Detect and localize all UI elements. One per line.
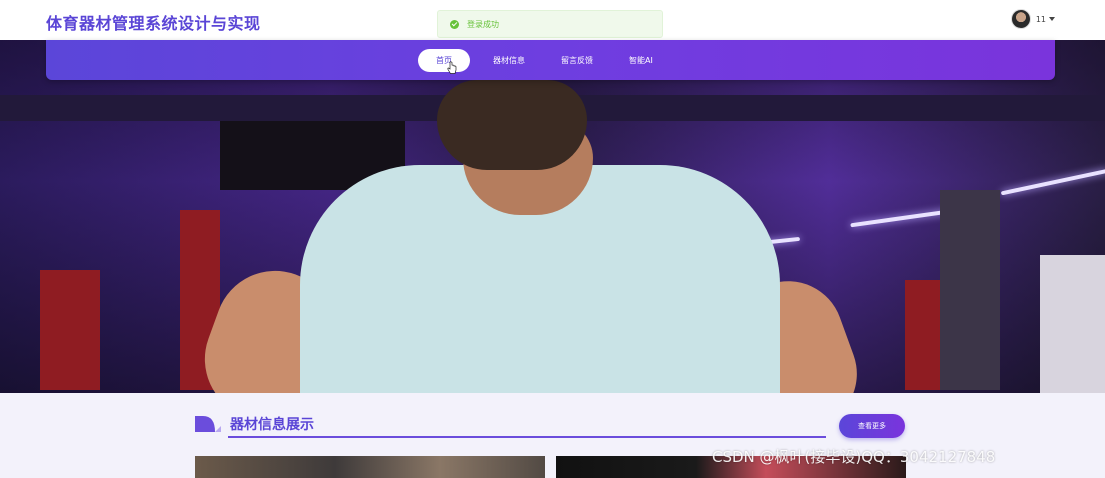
ceiling-light <box>1000 168 1105 196</box>
top-header: 体育器材管理系统设计与实现 登录成功 11 <box>0 0 1105 40</box>
watermark-text: CSDN @枫叶(接毕设)QQ：3042127848 <box>712 448 996 466</box>
toast-message: 登录成功 <box>467 19 499 29</box>
gym-equipment <box>940 190 1000 390</box>
equipment-section-header: 器材信息展示 查看更多 <box>195 411 905 441</box>
gym-equipment <box>40 270 100 390</box>
site-title[interactable]: 体育器材管理系统设计与实现 <box>46 10 261 34</box>
main-nav: 首页 器材信息 留言反馈 智能AI <box>46 40 1055 80</box>
section-divider <box>228 436 826 438</box>
hero-carousel[interactable] <box>0 40 1105 393</box>
section-title: 器材信息展示 <box>230 417 314 433</box>
page: 体育器材管理系统设计与实现 登录成功 11 首页 器材信息 留言反馈 智能AI … <box>0 0 1105 478</box>
equipment-card-image[interactable] <box>195 456 545 478</box>
username[interactable]: 11 <box>1036 15 1046 24</box>
nav-item-home[interactable]: 首页 <box>418 49 470 72</box>
nav-item-equipment[interactable]: 器材信息 <box>480 49 538 72</box>
check-circle-icon <box>450 19 459 29</box>
gym-equipment <box>1040 255 1105 393</box>
section-icon <box>195 416 221 432</box>
nav-item-ai[interactable]: 智能AI <box>616 49 666 72</box>
user-menu[interactable]: 11 <box>1010 9 1055 29</box>
caret-down-icon[interactable] <box>1049 17 1055 21</box>
avatar[interactable] <box>1010 9 1031 29</box>
hero-figure-head <box>437 80 587 170</box>
success-toast: 登录成功 <box>437 10 663 38</box>
view-more-button[interactable]: 查看更多 <box>839 414 905 438</box>
hand-cursor-icon <box>447 61 457 74</box>
nav-item-feedback[interactable]: 留言反馈 <box>548 49 606 72</box>
